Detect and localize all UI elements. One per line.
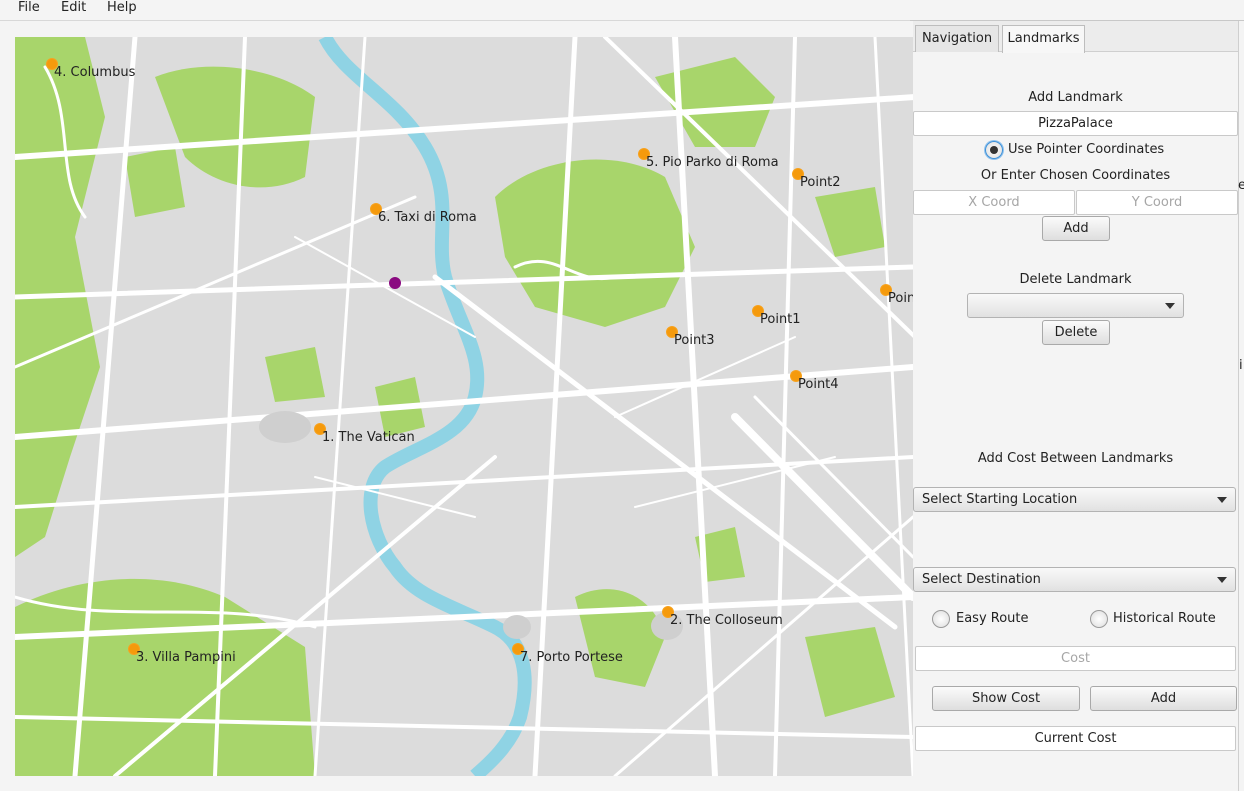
chevron-down-icon	[1217, 497, 1227, 503]
use-pointer-label: Use Pointer Coordinates	[1008, 142, 1165, 157]
menu-bar: File Edit Help	[0, 0, 1244, 21]
easy-route-label: Easy Route	[956, 611, 1029, 626]
landmark-label: Point4	[798, 377, 839, 392]
current-cost-display: Current Cost	[915, 726, 1236, 751]
delete-landmark-heading: Delete Landmark	[1019, 272, 1132, 287]
edge-glyph: e	[1238, 178, 1244, 193]
add-cost-heading: Add Cost Between Landmarks	[977, 451, 1174, 466]
tab-landmarks[interactable]: Landmarks	[1002, 25, 1085, 53]
menu-help[interactable]: Help	[107, 0, 137, 20]
chevron-down-icon	[1165, 303, 1175, 309]
rome-street-map	[15, 37, 913, 776]
delete-landmark-button[interactable]: Delete	[1042, 320, 1110, 345]
landmark-label: 1. The Vatican	[322, 430, 415, 445]
destination-select[interactable]: Select Destination	[913, 567, 1236, 592]
add-landmark-heading: Add Landmark	[1028, 90, 1123, 105]
delete-landmark-select[interactable]	[967, 293, 1184, 318]
landmark-label: 4. Columbus	[54, 65, 136, 80]
historical-route-label: Historical Route	[1113, 611, 1216, 626]
use-pointer-radio[interactable]	[985, 141, 1003, 159]
landmark-label: 3. Villa Pampini	[136, 650, 236, 665]
panel-edge	[1238, 21, 1239, 791]
landmark-label: 2. The Colloseum	[670, 613, 783, 628]
landmark-label: 7. Porto Portese	[520, 650, 623, 665]
historical-route-radio[interactable]	[1090, 610, 1108, 628]
menu-file[interactable]: File	[18, 0, 40, 20]
landmark-label: Point2	[800, 175, 841, 190]
edge-glyph: i	[1239, 358, 1243, 373]
destination-value: Select Destination	[922, 572, 1041, 587]
add-landmark-button[interactable]: Add	[1042, 216, 1110, 241]
landmark-label: Point1	[760, 312, 801, 327]
landmark-name-field[interactable]	[913, 111, 1238, 136]
y-coord-field[interactable]	[1076, 190, 1238, 215]
easy-route-radio[interactable]	[932, 610, 950, 628]
cost-field[interactable]	[915, 646, 1236, 671]
landmark-label: Point3	[674, 333, 715, 348]
starting-location-value: Select Starting Location	[922, 492, 1078, 507]
add-cost-button[interactable]: Add	[1090, 686, 1237, 711]
pointer-marker	[389, 277, 401, 289]
chevron-down-icon	[1217, 577, 1227, 583]
show-cost-button[interactable]: Show Cost	[932, 686, 1080, 711]
tab-navigation[interactable]: Navigation	[915, 25, 999, 52]
landmark-label: 5. Pio Parko di Roma	[646, 155, 779, 170]
tab-bar: Navigation Landmarks	[913, 21, 1238, 53]
map-view[interactable]: 4. Columbus 5. Pio Parko di Roma Point2 …	[15, 37, 913, 776]
landmark-label: Point5	[888, 291, 913, 306]
landmark-label: 6. Taxi di Roma	[378, 210, 477, 225]
menu-edit[interactable]: Edit	[61, 0, 86, 20]
x-coord-field[interactable]	[913, 190, 1075, 215]
starting-location-select[interactable]: Select Starting Location	[913, 487, 1236, 512]
enter-coordinates-label: Or Enter Chosen Coordinates	[980, 168, 1171, 183]
landmarks-side-panel: Navigation Landmarks Add Landmark Use Po…	[913, 21, 1238, 791]
